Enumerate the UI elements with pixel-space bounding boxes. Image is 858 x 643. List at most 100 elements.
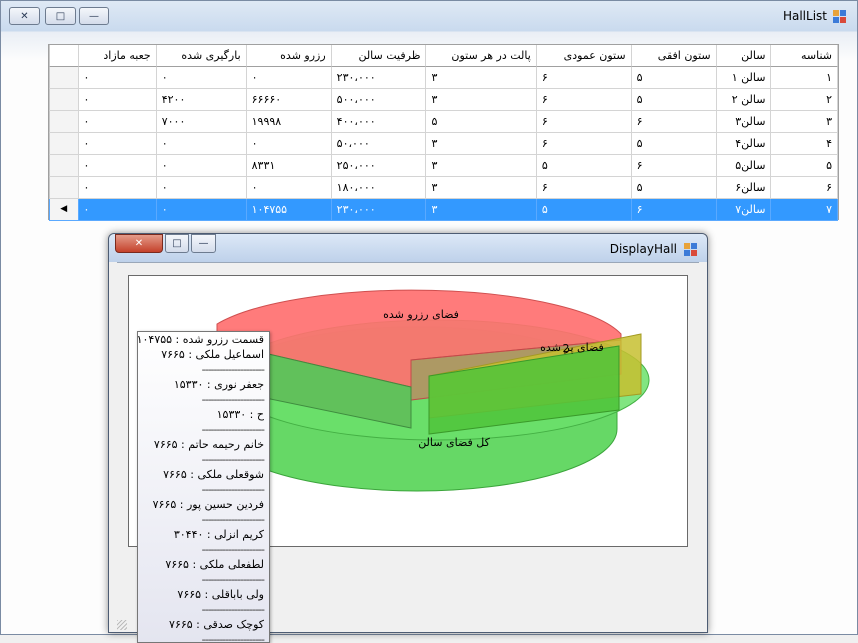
grid-cell[interactable]: ۳ (426, 89, 537, 111)
table-row[interactable]: ۴ سالن۴ ۵ ۶ ۳ ۵۰،۰۰۰ ۰ ۰ ۰ (48, 133, 838, 155)
grid-cell[interactable]: ۵ (536, 155, 632, 177)
grid-cell[interactable]: ۵۰،۰۰۰ (331, 133, 427, 155)
grid-cell[interactable]: سالن۵ (716, 155, 772, 177)
grid-cell[interactable]: ۸۳۳۱ (246, 155, 332, 177)
grid-cell[interactable]: ۳ (426, 199, 537, 221)
grid-cell[interactable]: ۵۰۰،۰۰۰ (331, 89, 427, 111)
grid-cell[interactable]: ۵ (631, 177, 717, 199)
grid-cell[interactable]: ۵ (631, 89, 717, 111)
table-row[interactable]: ۲ سالن ۲ ۵ ۶ ۳ ۵۰۰،۰۰۰ ۶۶۶۶۰ ۴۲۰۰ ۰ (48, 89, 838, 111)
grid-cell[interactable]: ۰ (156, 155, 247, 177)
column-header[interactable]: سالن (716, 45, 772, 67)
grid-cell[interactable]: ۶۶۶۶۰ (246, 89, 332, 111)
grid-cell[interactable]: ۲ (771, 89, 838, 111)
grid-cell[interactable]: سالن۳ (716, 111, 772, 133)
column-header[interactable]: ظرفیت سالن (331, 45, 427, 67)
grid-cell[interactable]: ۱۸۰،۰۰۰ (331, 177, 427, 199)
grid-cell[interactable]: ۰ (78, 155, 157, 177)
grid-cell[interactable]: ۵ (536, 199, 632, 221)
table-row[interactable]: ۵ سالن۵ ۶ ۵ ۳ ۲۵۰،۰۰۰ ۸۳۳۱ ۰ ۰ (48, 155, 838, 177)
grid-cell[interactable]: سالن ۲ (716, 89, 772, 111)
display-app-icon (684, 243, 698, 257)
grid-cell[interactable]: ۱۹۹۹۸ (246, 111, 332, 133)
grid-cell[interactable]: ۰ (78, 177, 157, 199)
table-row[interactable]: ۳ سالن۳ ۶ ۶ ۵ ۴۰۰،۰۰۰ ۱۹۹۹۸ ۷۰۰۰ ۰ (48, 111, 838, 133)
grid-cell[interactable]: ۴۲۰۰ (156, 89, 247, 111)
row-header-cell[interactable] (48, 111, 79, 133)
tooltip-header: قسمت رزرو شده : ۱۰۴۷۵۵ (137, 333, 264, 346)
row-header-cell[interactable]: ◀ (48, 199, 79, 221)
grid-cell[interactable]: ۶ (536, 111, 632, 133)
grid-cell[interactable]: ۳ (426, 155, 537, 177)
grid-cell[interactable]: سالن ۱ (716, 67, 772, 89)
column-header[interactable]: پالت در هر ستون (426, 45, 537, 67)
grid-cell[interactable]: ۳ (426, 133, 537, 155)
grid-cell[interactable]: ۱۰۴۷۵۵ (246, 199, 332, 221)
row-header-cell[interactable] (48, 89, 79, 111)
grid-cell[interactable]: ۵ (771, 155, 838, 177)
grid-cell[interactable]: ۰ (156, 67, 247, 89)
row-header-cell[interactable] (48, 133, 79, 155)
grid-cell[interactable]: ۰ (78, 111, 157, 133)
grid-cell[interactable]: ۴ (771, 133, 838, 155)
grid-cell[interactable]: ۶ (536, 133, 632, 155)
grid-cell[interactable]: ۷ (771, 199, 838, 221)
table-row[interactable]: ۷ سالن۷ ۶ ۵ ۳ ۲۳۰،۰۰۰ ۱۰۴۷۵۵ ۰ ۰ ◀ (48, 199, 838, 221)
hall-data-grid[interactable]: شناسه سالن ستون افقی ستون عمودی پالت در هر س… (48, 44, 839, 221)
grid-cell[interactable]: ۰ (156, 133, 247, 155)
row-header-cell[interactable] (48, 67, 79, 89)
close-button[interactable]: ✕ (9, 7, 40, 25)
grid-cell[interactable]: سالن۷ (716, 199, 772, 221)
grid-cell[interactable]: ۰ (156, 177, 247, 199)
column-header[interactable]: ستون عمودی (536, 45, 632, 67)
grid-cell[interactable]: ۳ (426, 67, 537, 89)
grid-cell[interactable]: ۴۰۰،۰۰۰ (331, 111, 427, 133)
grid-cell[interactable]: ۶ (536, 67, 632, 89)
grid-cell[interactable]: ۰ (78, 199, 157, 221)
grid-cell[interactable]: ۳ (771, 111, 838, 133)
main-title-bar[interactable]: ✕ □ — HallList (1, 1, 857, 31)
grid-cell[interactable]: ۰ (246, 67, 332, 89)
grid-cell[interactable]: ۶ (631, 155, 717, 177)
maximize-button[interactable]: □ (45, 7, 76, 25)
column-header[interactable]: جعبه مازاد (78, 45, 157, 67)
resize-grip[interactable] (117, 620, 127, 630)
grid-cell[interactable]: سالن۴ (716, 133, 772, 155)
column-header[interactable]: رزرو شده (246, 45, 332, 67)
grid-cell[interactable]: ۰ (78, 89, 157, 111)
grid-cell[interactable]: ۲۳۰،۰۰۰ (331, 67, 427, 89)
grid-cell[interactable]: ۵ (426, 111, 537, 133)
grid-cell[interactable]: ۶ (631, 199, 717, 221)
column-header[interactable]: شناسه (771, 45, 838, 67)
row-header-cell[interactable] (48, 177, 79, 199)
grid-cell[interactable]: ۶ (536, 89, 632, 111)
grid-cell[interactable]: ۰ (156, 199, 247, 221)
display-maximize-button[interactable]: □ (165, 234, 189, 253)
column-header[interactable]: ستون افقی (631, 45, 717, 67)
grid-cell[interactable]: ۳ (426, 177, 537, 199)
grid-cell[interactable]: ۶ (536, 177, 632, 199)
table-row[interactable]: ۱ سالن ۱ ۵ ۶ ۳ ۲۳۰،۰۰۰ ۰ ۰ ۰ (48, 67, 838, 89)
grid-cell[interactable]: ۰ (78, 67, 157, 89)
tooltip-entry: خانم رحیمه حاتم : ۷۶۶۵ (153, 438, 264, 451)
window-title: HallList (782, 9, 827, 23)
minimize-button[interactable]: — (79, 7, 109, 25)
grid-cell[interactable]: ۷۰۰۰ (156, 111, 247, 133)
table-row[interactable]: ۶ سالن۶ ۵ ۶ ۳ ۱۸۰،۰۰۰ ۰ ۰ ۰ (48, 177, 838, 199)
display-minimize-button[interactable]: — (191, 234, 216, 253)
grid-cell[interactable]: سالن۶ (716, 177, 772, 199)
grid-cell[interactable]: ۵ (631, 67, 717, 89)
grid-cell[interactable]: ۱ (771, 67, 838, 89)
grid-cell[interactable]: ۰ (246, 133, 332, 155)
grid-cell[interactable]: ۵ (631, 133, 717, 155)
display-close-button[interactable]: ✕ (115, 234, 163, 253)
row-header-cell[interactable] (48, 155, 79, 177)
display-title-bar[interactable]: ✕ □ — DisplayHall (109, 234, 707, 262)
grid-cell[interactable]: ۲۳۰،۰۰۰ (331, 199, 427, 221)
grid-cell[interactable]: ۲۵۰،۰۰۰ (331, 155, 427, 177)
grid-cell[interactable]: ۰ (78, 133, 157, 155)
grid-cell[interactable]: ۶ (771, 177, 838, 199)
column-header[interactable]: بارگیری شده (156, 45, 247, 67)
grid-cell[interactable]: ۰ (246, 177, 332, 199)
grid-cell[interactable]: ۶ (631, 111, 717, 133)
